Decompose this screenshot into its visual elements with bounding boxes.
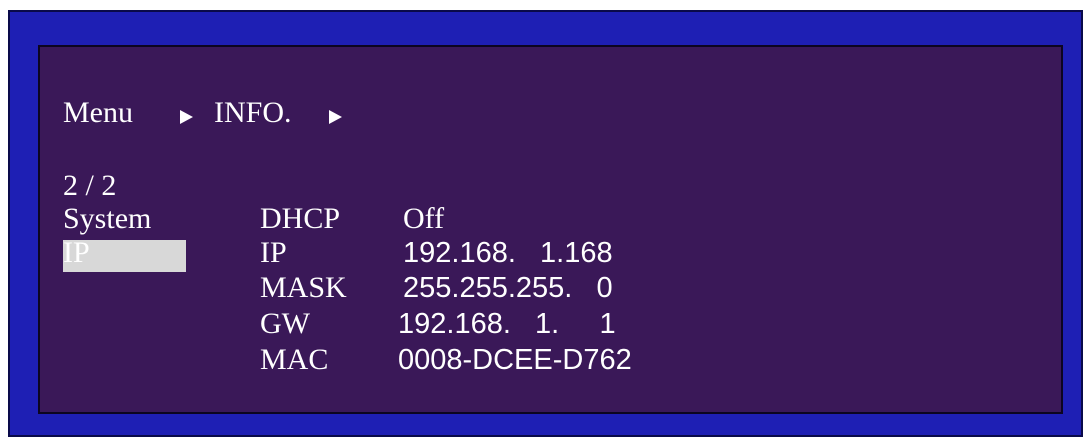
info-value-dhcp: Off <box>403 202 445 235</box>
menu-item-ip-label: IP <box>63 236 90 269</box>
triangle-right-icon <box>180 110 193 124</box>
breadcrumb-info: INFO. <box>214 96 292 129</box>
page-indicator: 2 / 2 <box>63 169 117 202</box>
info-value-mask: 255.255.255. 0 <box>403 272 613 304</box>
info-value-mac: 0008-DCEE-D762 <box>398 344 632 376</box>
info-value-ip: 192.168. 1.168 <box>403 237 613 269</box>
info-label-gw: GW <box>260 307 310 340</box>
info-label-ip: IP <box>260 236 287 269</box>
menu-item-system[interactable]: System <box>63 204 151 234</box>
info-label-mask: MASK <box>260 271 347 304</box>
info-value-gw: 192.168. 1. 1 <box>398 308 616 340</box>
triangle-right-icon <box>329 110 342 124</box>
breadcrumb-menu: Menu <box>63 96 133 129</box>
info-label-dhcp: DHCP <box>260 202 341 235</box>
info-label-mac: MAC <box>260 343 329 376</box>
